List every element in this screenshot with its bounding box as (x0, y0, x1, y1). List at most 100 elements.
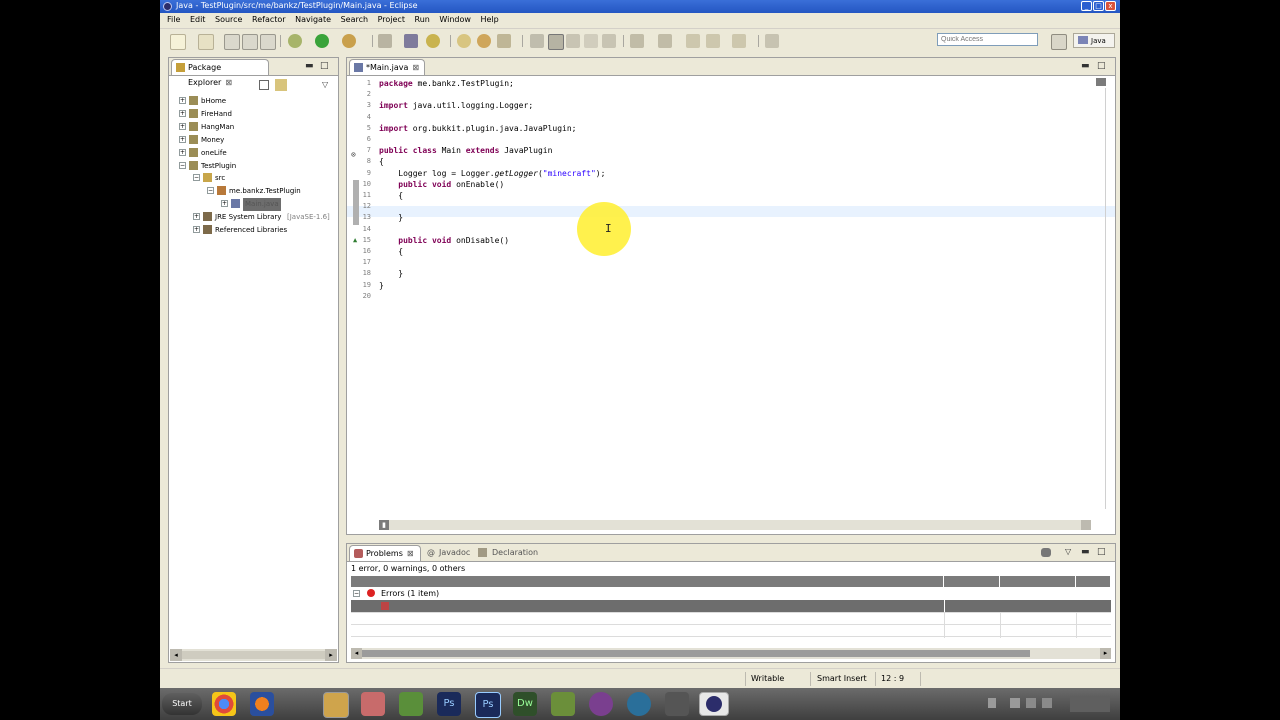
view-menu-icon[interactable]: ▽ (1065, 547, 1071, 556)
column-header-location[interactable] (1076, 576, 1111, 587)
next-annotation-icon[interactable] (630, 34, 644, 48)
error-marker-icon[interactable]: ⊗ (351, 150, 356, 159)
editor-horizontal-scrollbar[interactable]: ▮ (379, 520, 1091, 530)
menu-run[interactable]: Run (415, 15, 430, 24)
minimize-editor-icon[interactable]: ▬ (1081, 61, 1090, 71)
scroll-thumb[interactable] (182, 651, 325, 659)
tray-icon[interactable] (988, 698, 996, 708)
column-header-resource[interactable] (944, 576, 1000, 587)
app-icon[interactable] (399, 692, 423, 716)
menu-window[interactable]: Window (439, 15, 471, 24)
toggle-highlight-icon[interactable] (548, 34, 564, 50)
code-line[interactable]: } (379, 269, 403, 278)
code-line[interactable]: public void onEnable() (379, 180, 504, 189)
close-tab-icon[interactable]: ⊠ (225, 78, 232, 87)
tray-icon[interactable] (1010, 698, 1020, 708)
menu-help[interactable]: Help (481, 15, 499, 24)
app-icon[interactable] (361, 692, 385, 716)
tray-icon[interactable] (1026, 698, 1036, 708)
view-toolbar-icon[interactable] (1041, 548, 1051, 557)
problems-horizontal-scrollbar[interactable]: ◂ ▸ (351, 648, 1111, 659)
app-icon[interactable] (627, 692, 651, 716)
close-tab-icon[interactable]: ⊠ (407, 549, 414, 558)
expand-icon[interactable]: + (179, 149, 186, 156)
dreamweaver-icon[interactable]: Dw (513, 692, 537, 716)
toggle-breadcrumb-icon[interactable] (566, 34, 580, 48)
tab-problems[interactable]: Problems ⊠ (349, 545, 421, 561)
save-all-icon[interactable] (242, 34, 258, 50)
tray-clock[interactable] (1070, 696, 1110, 712)
horizontal-scrollbar[interactable]: ◂ ▸ (170, 649, 337, 661)
menu-edit[interactable]: Edit (190, 15, 206, 24)
new-java-project-icon[interactable] (404, 34, 418, 48)
maximize-button[interactable]: □ (1093, 1, 1104, 11)
app-icon[interactable] (589, 692, 613, 716)
explorer-icon[interactable] (323, 692, 349, 718)
override-marker-icon[interactable]: ▲ (353, 236, 357, 244)
close-tab-icon[interactable]: ⊠ (412, 63, 419, 72)
tab-declaration[interactable]: Declaration (478, 545, 538, 561)
scroll-thumb[interactable] (362, 650, 1030, 657)
column-header-path[interactable] (1000, 576, 1076, 587)
close-window-button[interactable]: x (1105, 1, 1116, 11)
open-type-icon[interactable] (477, 34, 491, 48)
tab-main-java[interactable]: *Main.java ⊠ (349, 59, 425, 75)
collapse-icon[interactable]: − (179, 162, 186, 169)
collapse-icon[interactable]: − (207, 187, 214, 194)
app-icon[interactable] (665, 692, 689, 716)
scroll-right-icon[interactable]: ▸ (1100, 648, 1111, 659)
minecraft-icon[interactable] (551, 692, 575, 716)
expand-icon[interactable]: + (193, 226, 200, 233)
maximize-view-icon[interactable]: □ (320, 61, 329, 71)
code-line[interactable]: } (379, 281, 384, 290)
debug-icon[interactable] (288, 34, 302, 48)
code-line[interactable]: import java.util.logging.Logger; (379, 101, 533, 110)
open-perspective-icon[interactable] (1051, 34, 1067, 50)
maximize-editor-icon[interactable]: □ (1097, 61, 1106, 71)
block-selection-icon[interactable] (602, 34, 616, 48)
run-icon[interactable] (315, 34, 329, 48)
menu-source[interactable]: Source (215, 15, 242, 24)
collapse-icon[interactable]: − (193, 174, 200, 181)
minimize-view-icon[interactable]: ▬ (305, 61, 314, 71)
minimize-button[interactable]: _ (1081, 1, 1092, 11)
new-icon[interactable] (170, 34, 186, 50)
save-icon[interactable] (224, 34, 240, 50)
expand-icon[interactable]: + (179, 123, 186, 130)
code-line[interactable]: { (379, 191, 403, 200)
menu-refactor[interactable]: Refactor (252, 15, 286, 24)
menu-file[interactable]: File (167, 15, 180, 24)
menu-search[interactable]: Search (341, 15, 368, 24)
chrome-icon[interactable] (212, 692, 236, 716)
scroll-left-icon[interactable]: ◂ (351, 648, 362, 659)
photoshop-icon[interactable]: Ps (475, 692, 501, 718)
overview-ruler-marker[interactable] (1096, 78, 1106, 86)
previous-annotation-icon[interactable] (658, 34, 672, 48)
tab-package-explorer[interactable]: Package Explorer ⊠ (171, 59, 269, 87)
java-perspective-button[interactable]: Java (1073, 33, 1115, 48)
expand-icon[interactable]: + (179, 97, 186, 104)
pin-editor-icon[interactable] (765, 34, 779, 48)
show-whitespace-icon[interactable] (584, 34, 598, 48)
code-line[interactable]: { (379, 247, 403, 256)
photoshop-icon[interactable]: Ps (437, 692, 461, 716)
quick-access-input[interactable] (937, 33, 1038, 46)
start-button[interactable]: Start (162, 693, 202, 715)
code-line[interactable]: package me.bankz.TestPlugin; (379, 79, 514, 88)
code-line[interactable]: } (379, 213, 403, 222)
expand-icon[interactable]: + (193, 213, 200, 220)
external-tools-icon[interactable] (342, 34, 356, 48)
scroll-right-icon[interactable] (1081, 520, 1091, 530)
code-line[interactable]: Logger log = Logger.getLogger("minecraft… (379, 169, 605, 178)
expand-icon[interactable]: + (221, 200, 228, 207)
menu-navigate[interactable]: Navigate (295, 15, 331, 24)
new-class-icon[interactable] (457, 34, 471, 48)
scroll-left-icon[interactable]: ◂ (170, 649, 182, 661)
maximize-view-icon[interactable]: □ (1097, 547, 1106, 557)
minimize-view-icon[interactable]: ▬ (1081, 547, 1090, 557)
link-with-editor-icon[interactable] (275, 79, 287, 91)
new-package-icon[interactable] (426, 34, 440, 48)
expand-icon[interactable]: + (179, 110, 186, 117)
view-menu-icon[interactable]: ▽ (322, 80, 328, 89)
print-icon[interactable] (260, 34, 276, 50)
